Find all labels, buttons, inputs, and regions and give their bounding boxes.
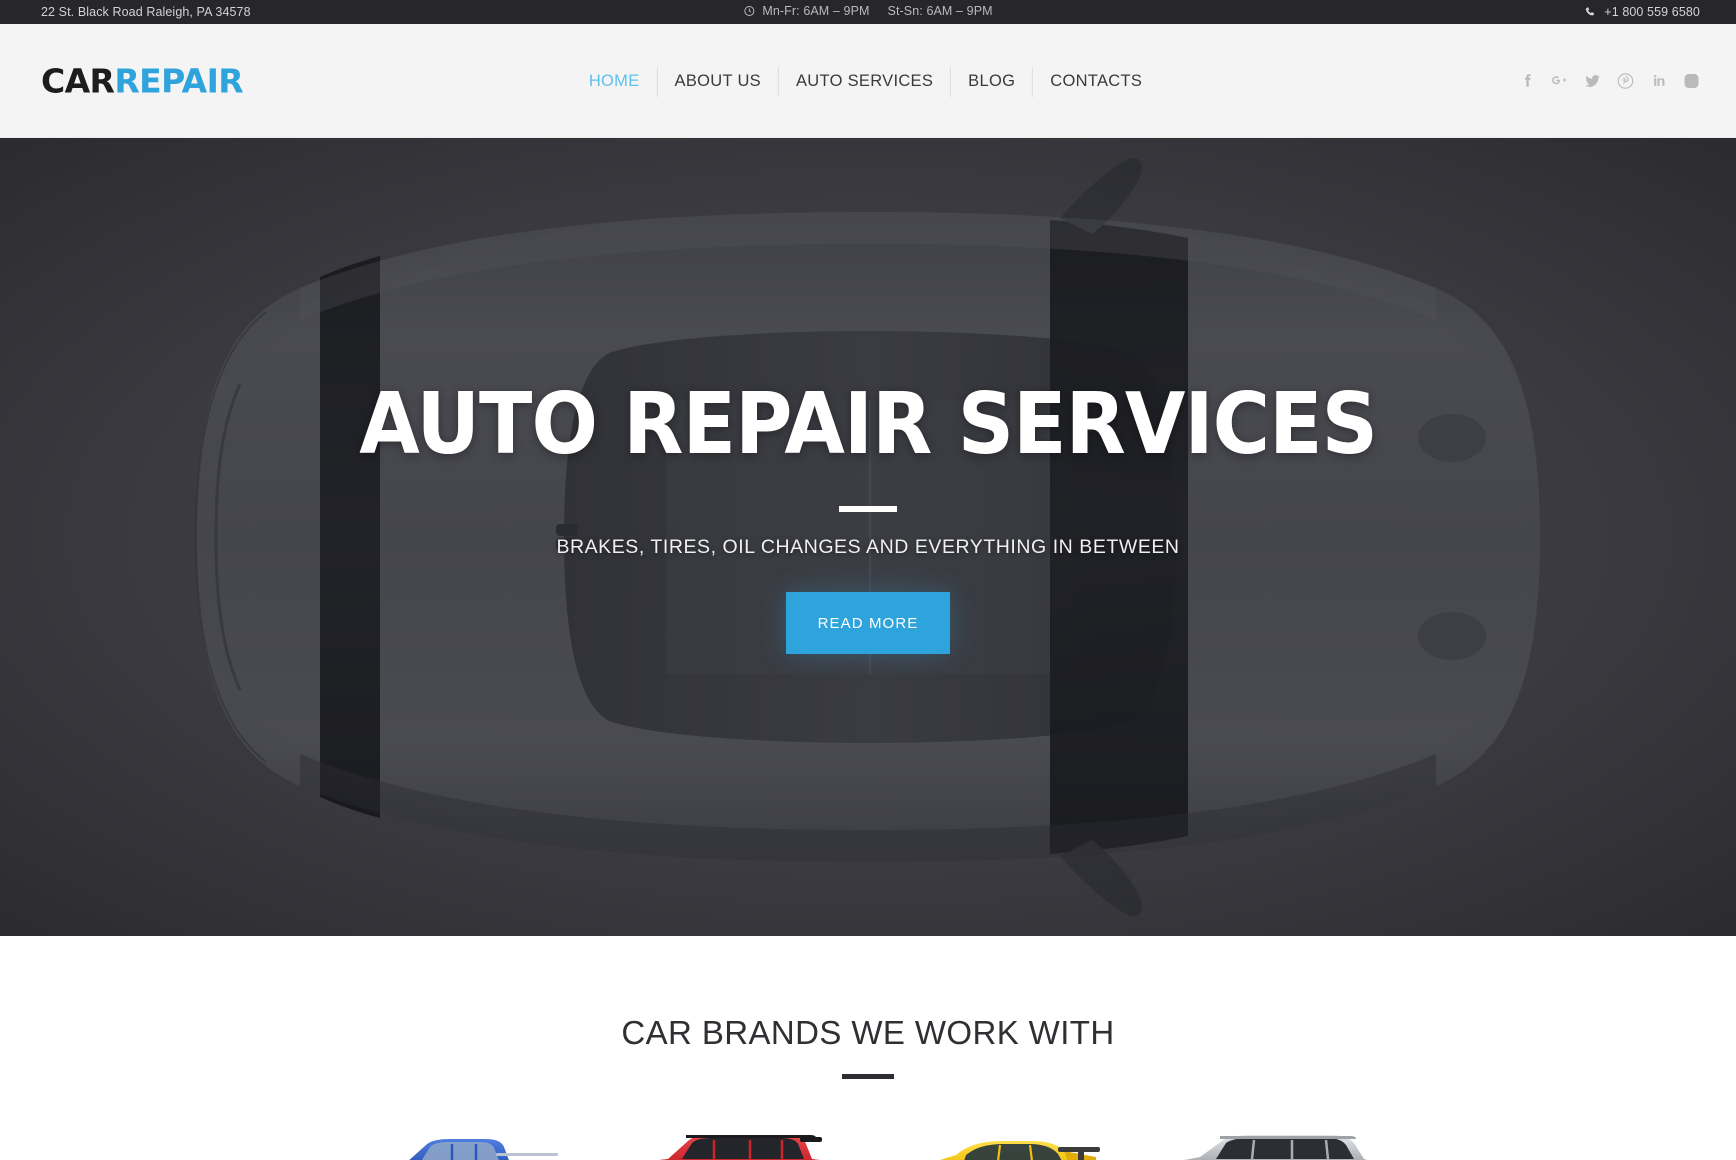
linkedin-icon[interactable] — [1650, 72, 1667, 89]
phone-block[interactable]: +1 800 559 6580 — [1584, 5, 1700, 19]
brands-section: CAR BRANDS WE WORK WITH — [0, 936, 1736, 1160]
logo-part-repair: REPAIR — [114, 61, 244, 100]
top-bar: 22 St. Black Road Raleigh, PA 34578 Mn-F… — [0, 0, 1736, 24]
brand-blue-pickup-truck[interactable] — [346, 1117, 586, 1160]
brands-title: CAR BRANDS WE WORK WITH — [621, 1014, 1115, 1051]
brand-silver-wagon[interactable] — [1150, 1117, 1390, 1160]
hero-title: AUTO REPAIR SERVICES — [359, 375, 1378, 474]
nav-item-home[interactable]: HOME — [577, 67, 657, 97]
phone-icon — [1584, 6, 1596, 18]
nav-item-contacts[interactable]: CONTACTS — [1032, 66, 1159, 97]
logo-part-car: CAR — [41, 61, 115, 100]
instagram-icon[interactable] — [1683, 72, 1700, 89]
twitter-icon[interactable] — [1584, 72, 1601, 89]
brands-divider — [842, 1074, 894, 1079]
read-more-button[interactable]: READ MORE — [786, 592, 950, 654]
hours-weekend: St-Sn: 6AM – 9PM — [887, 4, 993, 18]
nav-item-blog[interactable]: BLOG — [950, 66, 1032, 97]
hero-divider — [839, 506, 897, 512]
brand-yellow-sports-car[interactable] — [882, 1117, 1122, 1160]
nav-item-about-us[interactable]: ABOUT US — [656, 66, 778, 97]
brands-row — [0, 1117, 1736, 1160]
facebook-icon[interactable] — [1518, 72, 1535, 89]
clock-icon — [743, 5, 755, 17]
site-logo[interactable]: CARREPAIR — [41, 61, 244, 100]
pinterest-icon[interactable] — [1617, 72, 1634, 89]
social-links — [1518, 72, 1700, 89]
nav-item-auto-services[interactable]: AUTO SERVICES — [777, 66, 950, 97]
hero-section: AUTO REPAIR SERVICES BRAKES, TIRES, OIL … — [0, 138, 1736, 936]
main-navigation: HOME ABOUT US AUTO SERVICES BLOG CONTACT… — [577, 66, 1159, 97]
business-hours: Mn-Fr: 6AM – 9PM St-Sn: 6AM – 9PM — [743, 4, 993, 18]
google-plus-icon[interactable] — [1551, 72, 1568, 89]
hours-weekday: Mn-Fr: 6AM – 9PM — [762, 4, 870, 18]
site-header: CARREPAIR HOME ABOUT US AUTO SERVICES BL… — [0, 24, 1736, 138]
address-text: 22 St. Black Road Raleigh, PA 34578 — [41, 5, 251, 19]
hero-subtitle: BRAKES, TIRES, OIL CHANGES AND EVERYTHIN… — [556, 536, 1180, 558]
phone-number[interactable]: +1 800 559 6580 — [1604, 5, 1700, 19]
hero-content: AUTO REPAIR SERVICES BRAKES, TIRES, OIL … — [0, 138, 1736, 936]
brand-red-suv[interactable] — [614, 1117, 854, 1160]
